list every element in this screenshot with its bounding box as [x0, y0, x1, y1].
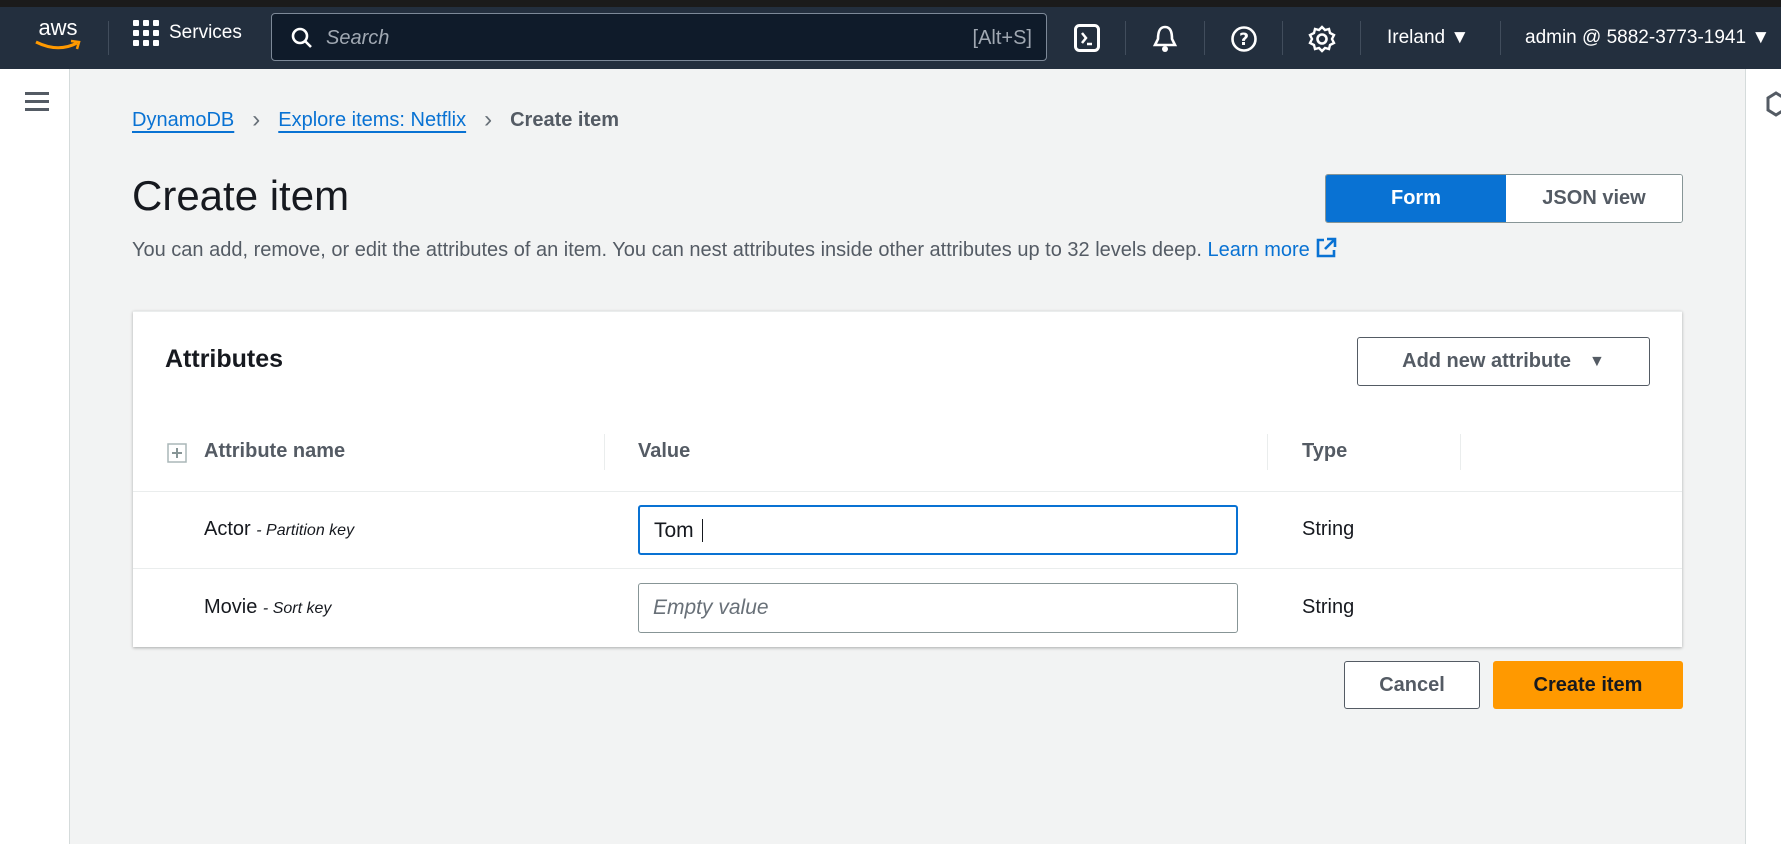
caret-down-icon: ▼	[1751, 27, 1771, 48]
menu-icon[interactable]	[25, 92, 49, 112]
divider	[1282, 21, 1283, 55]
account-label: admin @ 5882-3773-1941	[1525, 27, 1747, 48]
page-title: Create item	[132, 172, 350, 219]
window-top-strip	[0, 0, 1781, 7]
breadcrumb-explore-items[interactable]: Explore items: Netflix	[278, 109, 466, 132]
breadcrumb: DynamoDB › Explore items: Netflix › Crea…	[132, 106, 619, 134]
attribute-name: Actor - Partition key	[204, 518, 354, 541]
region-label: Ireland	[1387, 27, 1446, 48]
cancel-button[interactable]: Cancel	[1344, 661, 1480, 709]
expand-all-icon[interactable]	[167, 443, 187, 463]
search-shortcut: [Alt+S]	[972, 27, 1032, 49]
key-label: - Partition key	[256, 522, 355, 539]
divider	[1500, 21, 1501, 55]
settings-hex-icon[interactable]	[1766, 91, 1781, 117]
add-new-attribute-button[interactable]: Add new attribute ▼	[1357, 337, 1650, 386]
breadcrumb-current: Create item	[510, 108, 620, 131]
svg-text:?: ?	[1239, 30, 1249, 50]
services-label: Services	[169, 22, 242, 43]
divider	[1360, 21, 1361, 55]
json-view-button[interactable]: JSON view	[1506, 175, 1682, 222]
caret-down-icon: ▼	[1450, 27, 1470, 48]
description-text: You can add, remove, or edit the attribu…	[132, 239, 1202, 261]
attribute-name-text: Actor	[204, 518, 251, 540]
divider	[108, 21, 109, 55]
movie-value-input[interactable]: Empty value	[638, 583, 1238, 633]
chevron-right-icon: ›	[252, 106, 261, 133]
grid-icon	[133, 20, 159, 46]
chevron-right-icon: ›	[484, 106, 493, 133]
row-divider	[133, 491, 1682, 492]
input-placeholder: Empty value	[653, 596, 769, 619]
column-header-value: Value	[638, 440, 691, 462]
add-attribute-label: Add new attribute	[1402, 350, 1572, 372]
bell-icon[interactable]	[1152, 24, 1178, 54]
key-label: - Sort key	[262, 600, 332, 617]
learn-more-link[interactable]: Learn more	[1207, 237, 1338, 261]
top-navigation: aws Services Search [Alt+S] ? Ireland ▼ …	[0, 7, 1781, 69]
services-menu[interactable]: Services	[133, 20, 242, 46]
attribute-type: String	[1302, 596, 1355, 618]
divider	[1125, 21, 1126, 55]
divider	[1204, 21, 1205, 55]
view-toggle: Form JSON view	[1325, 174, 1683, 223]
column-divider	[1267, 434, 1268, 470]
aws-logo-text: aws	[38, 15, 78, 40]
cloudshell-icon[interactable]	[1074, 24, 1100, 52]
caret-down-icon: ▼	[1589, 352, 1605, 370]
side-navigation-collapsed	[0, 69, 70, 844]
external-link-icon	[1317, 237, 1337, 258]
page-description: You can add, remove, or edit the attribu…	[132, 237, 1337, 262]
gear-icon[interactable]	[1307, 24, 1337, 54]
account-menu[interactable]: admin @ 5882-3773-1941 ▼	[1525, 27, 1770, 49]
actor-value-input[interactable]: Tom	[638, 505, 1238, 555]
search-icon	[291, 27, 312, 48]
column-header-name: Attribute name	[204, 440, 346, 462]
learn-more-label: Learn more	[1207, 239, 1310, 261]
attribute-name: Movie - Sort key	[204, 596, 331, 619]
attributes-panel: Attributes Add new attribute ▼ Attribute …	[133, 311, 1682, 647]
text-cursor	[701, 519, 703, 542]
input-value: Tom	[654, 519, 694, 542]
form-view-button[interactable]: Form	[1326, 175, 1506, 222]
row-divider	[133, 568, 1682, 569]
breadcrumb-dynamodb[interactable]: DynamoDB	[132, 109, 234, 132]
search-placeholder: Search	[326, 27, 390, 49]
attribute-type: String	[1302, 518, 1355, 540]
tools-panel-collapsed	[1745, 69, 1781, 844]
region-selector[interactable]: Ireland ▼	[1387, 27, 1469, 49]
attribute-name-text: Movie	[204, 596, 258, 618]
aws-logo[interactable]: aws	[33, 17, 83, 57]
search-input[interactable]: Search [Alt+S]	[271, 13, 1047, 61]
create-item-button[interactable]: Create item	[1493, 661, 1683, 709]
attributes-heading: Attributes	[165, 345, 284, 373]
column-divider	[604, 434, 605, 470]
column-divider	[1460, 434, 1461, 470]
column-header-type: Type	[1302, 440, 1348, 462]
help-icon[interactable]: ?	[1230, 25, 1258, 53]
